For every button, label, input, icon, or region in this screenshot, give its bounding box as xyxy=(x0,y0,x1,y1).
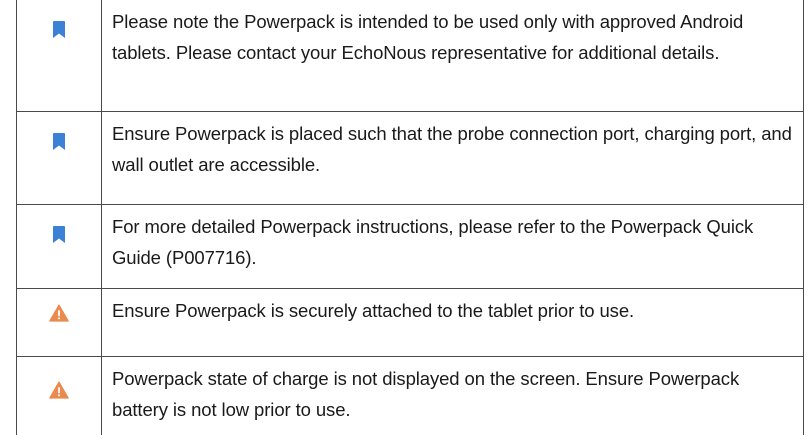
icon-cell xyxy=(16,287,102,357)
note-text: Ensure Powerpack is placed such that the… xyxy=(101,110,804,205)
note-text: Please note the Powerpack is intended to… xyxy=(101,0,804,112)
warning-text: Powerpack state of charge is not display… xyxy=(101,355,804,435)
table-row: Powerpack state of charge is not display… xyxy=(16,355,804,435)
icon-cell xyxy=(16,110,102,205)
bookmark-icon xyxy=(53,21,65,38)
warning-text: Ensure Powerpack is securely attached to… xyxy=(101,287,804,357)
warning-icon xyxy=(49,303,69,322)
notes-table: Please note the Powerpack is intended to… xyxy=(16,0,804,435)
icon-cell xyxy=(16,0,102,112)
table-row: For more detailed Powerpack instructions… xyxy=(16,203,804,289)
note-text: For more detailed Powerpack instructions… xyxy=(101,203,804,289)
warning-icon xyxy=(49,380,69,399)
table-row: Ensure Powerpack is securely attached to… xyxy=(16,287,804,357)
icon-cell xyxy=(16,355,102,435)
icon-cell xyxy=(16,203,102,289)
bookmark-icon xyxy=(53,225,65,243)
table-row: Ensure Powerpack is placed such that the… xyxy=(16,110,804,205)
bookmark-icon xyxy=(53,132,65,150)
table-row: Please note the Powerpack is intended to… xyxy=(16,0,804,112)
